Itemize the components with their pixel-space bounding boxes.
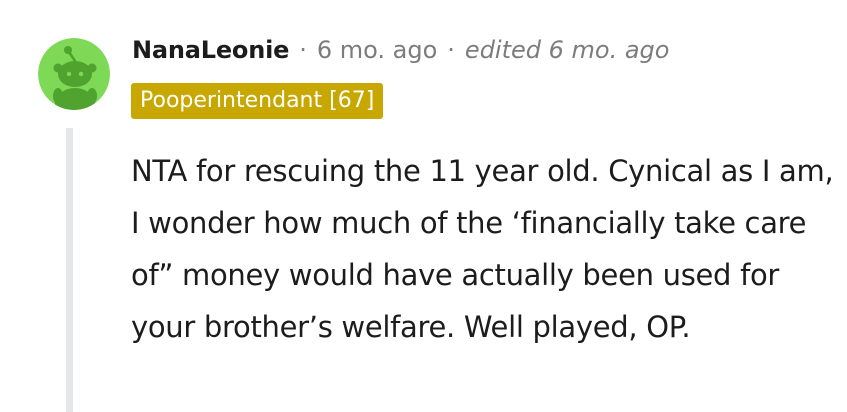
author-name[interactable]: NanaLeonie — [132, 36, 289, 64]
thread-collapse-line[interactable] — [66, 128, 73, 412]
edited-time: edited 6 mo. ago — [464, 36, 670, 64]
comment-body: NTA for rescuing the 11 year old. Cynica… — [131, 154, 834, 344]
comment: NanaLeonie · 6 mo. ago · edited 6 mo. ag… — [0, 0, 847, 412]
posted-time[interactable]: 6 mo. ago — [317, 36, 437, 64]
snoo-avatar-icon — [38, 38, 110, 110]
avatar[interactable] — [38, 38, 110, 110]
comment-meta: NanaLeonie · 6 mo. ago · edited 6 mo. ag… — [132, 30, 669, 70]
user-flair: Pooperintendant [67] — [131, 83, 384, 119]
meta-separator: · — [299, 36, 307, 64]
meta-separator: · — [447, 36, 455, 64]
